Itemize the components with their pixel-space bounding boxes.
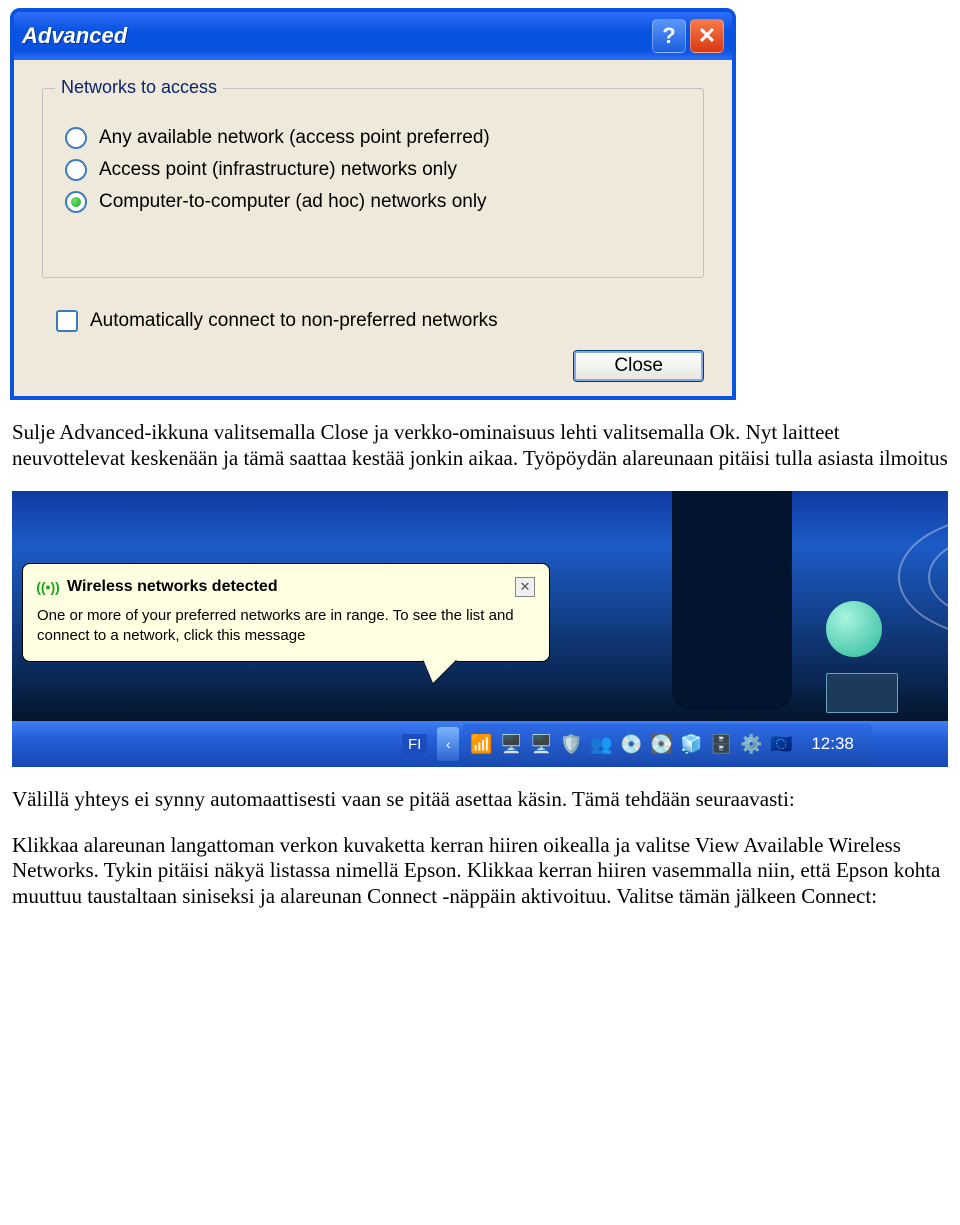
- wallpaper-laptop: [826, 673, 898, 713]
- radio-icon: [65, 159, 87, 181]
- button-row: Close: [42, 350, 704, 382]
- taskbar-clock[interactable]: 12:38: [799, 734, 866, 754]
- doc-paragraph-3: Klikkaa alareunan langattoman verkon kuv…: [12, 833, 948, 910]
- wifi-icon[interactable]: 📶: [469, 732, 493, 756]
- doc-paragraph-2: Välillä yhteys ei synny automaattisesti …: [12, 787, 948, 813]
- monitor-icon[interactable]: 🖥️: [499, 732, 523, 756]
- auto-connect-checkbox[interactable]: Automatically connect to non-preferred n…: [42, 310, 704, 332]
- radio-option-adhoc[interactable]: Computer-to-computer (ad hoc) networks o…: [65, 191, 681, 213]
- help-button[interactable]: ?: [652, 19, 686, 53]
- checkbox-icon: [56, 310, 78, 332]
- radio-icon: [65, 127, 87, 149]
- wifi-signal-icon: ((•)): [37, 576, 59, 598]
- radio-icon: [65, 191, 87, 213]
- users-icon[interactable]: 👥: [589, 732, 613, 756]
- wallpaper-globe: [826, 601, 882, 657]
- advanced-dialog: Advanced ? ✕ Networks to access Any avai…: [10, 8, 736, 400]
- balloon-close-button[interactable]: ✕: [515, 577, 535, 597]
- disk-blue-icon[interactable]: 💽: [649, 732, 673, 756]
- titlebar: Advanced ? ✕: [14, 12, 732, 60]
- cube-icon[interactable]: 🧊: [679, 732, 703, 756]
- doc-paragraph-1: Sulje Advanced-ikkuna valitsemalla Close…: [12, 420, 948, 471]
- language-indicator[interactable]: FI: [402, 734, 427, 755]
- radio-label: Any available network (access point pref…: [99, 127, 490, 149]
- close-button[interactable]: Close: [573, 350, 704, 382]
- dialog-body: Networks to access Any available network…: [14, 60, 732, 396]
- help-icon: ?: [662, 23, 675, 49]
- networks-groupbox: Networks to access Any available network…: [42, 88, 704, 278]
- flag-icon[interactable]: 🇪🇺: [769, 732, 793, 756]
- balloon-title: Wireless networks detected: [67, 578, 515, 596]
- titlebar-title: Advanced: [22, 23, 648, 49]
- checkbox-label: Automatically connect to non-preferred n…: [90, 310, 498, 332]
- balloon-tail: [423, 659, 457, 683]
- monitor2-icon[interactable]: 🖥️: [529, 732, 553, 756]
- groupbox-legend: Networks to access: [55, 77, 223, 98]
- disk-red-icon[interactable]: 💿: [619, 732, 643, 756]
- notification-balloon[interactable]: ((•)) Wireless networks detected ✕ One o…: [22, 563, 550, 662]
- taskbar: FI ‹ 📶 🖥️ 🖥️ 🛡️ 👥 💿 💽 🧊 🗄️ ⚙️ 🇪🇺 12:38: [12, 721, 948, 767]
- system-tray: 📶 🖥️ 🖥️ 🛡️ 👥 💿 💽 🧊 🗄️ ⚙️ 🇪🇺 12:38: [463, 724, 872, 764]
- gear-icon[interactable]: ⚙️: [739, 732, 763, 756]
- shield-icon[interactable]: 🛡️: [559, 732, 583, 756]
- radio-label: Access point (infrastructure) networks o…: [99, 159, 457, 181]
- desktop-screenshot: ((•)) Wireless networks detected ✕ One o…: [12, 491, 948, 767]
- radio-label: Computer-to-computer (ad hoc) networks o…: [99, 191, 487, 213]
- balloon-body: One or more of your preferred networks a…: [37, 606, 535, 645]
- radio-option-any[interactable]: Any available network (access point pref…: [65, 127, 681, 149]
- close-icon: ✕: [698, 23, 716, 49]
- wallpaper-figure: [672, 491, 792, 711]
- db-icon[interactable]: 🗄️: [709, 732, 733, 756]
- window-close-button[interactable]: ✕: [690, 19, 724, 53]
- tray-expand-chevron[interactable]: ‹: [437, 727, 459, 761]
- radio-option-infra[interactable]: Access point (infrastructure) networks o…: [65, 159, 681, 181]
